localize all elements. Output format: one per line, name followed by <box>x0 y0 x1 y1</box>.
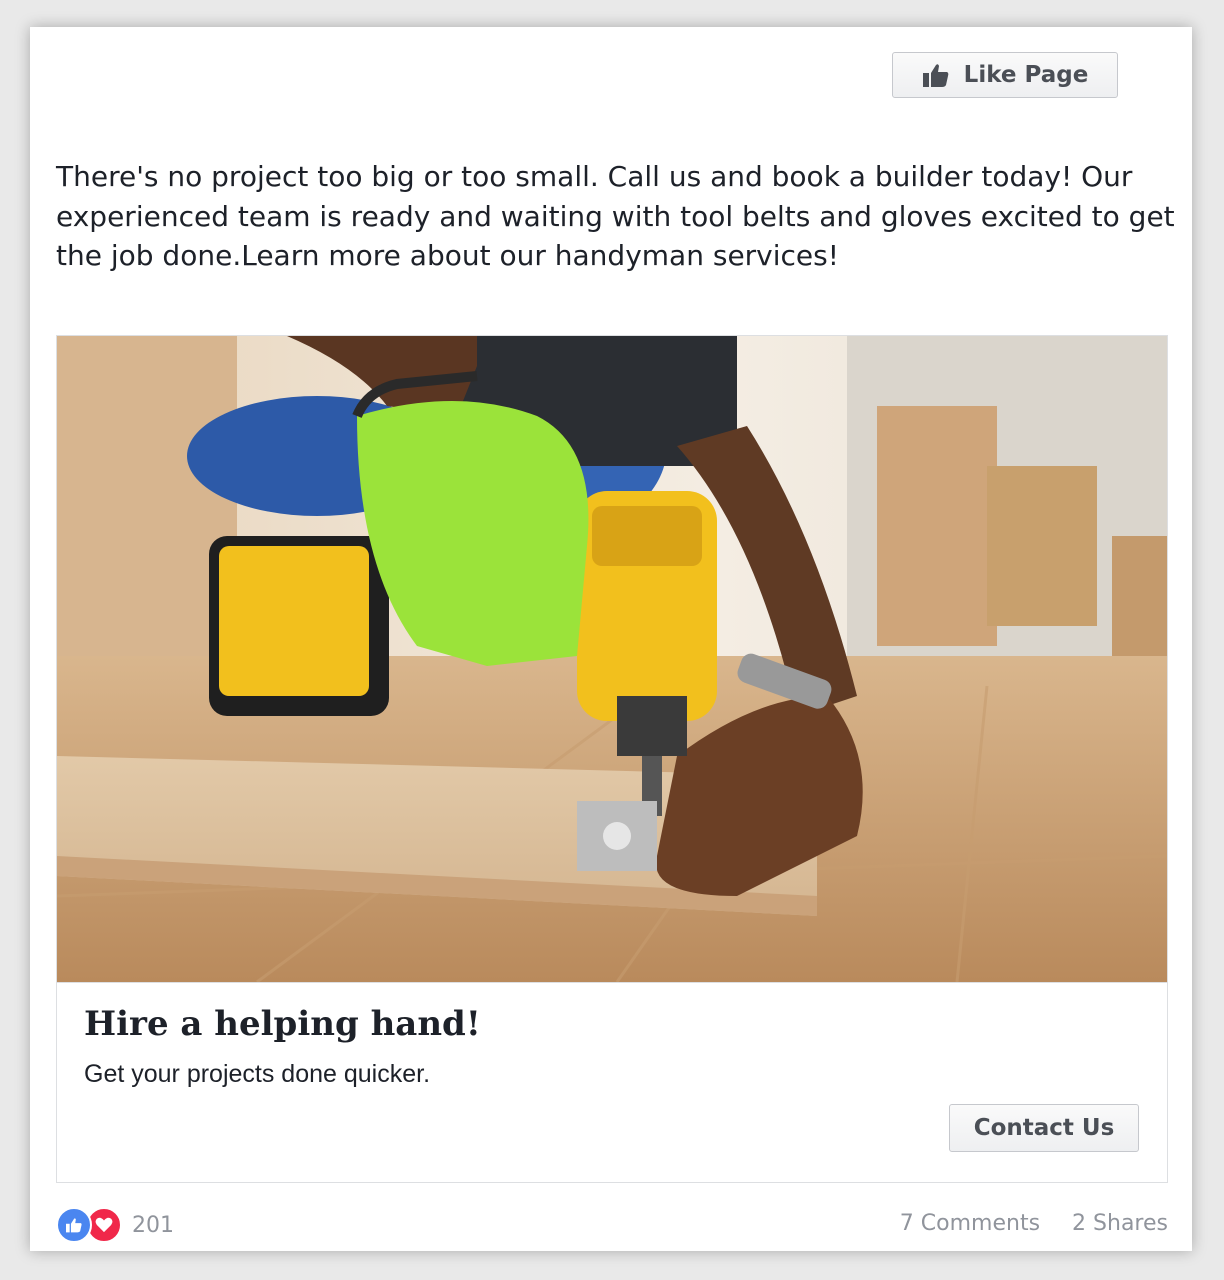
contact-us-button[interactable]: Contact Us <box>949 1104 1139 1152</box>
reaction-count: 201 <box>132 1212 174 1238</box>
post-footer: 201 7 Comments 2 Shares <box>56 1207 1168 1245</box>
like-reaction-icon <box>56 1207 92 1243</box>
thumbs-up-icon <box>922 64 949 87</box>
ad-headline[interactable]: Hire a helping hand! <box>84 1004 481 1044</box>
like-page-label: Like Page <box>963 62 1089 88</box>
reactions-summary[interactable]: 201 <box>56 1207 174 1243</box>
ad-image[interactable] <box>57 336 1167 983</box>
ad-post-card: Like Page There's no project too big or … <box>30 27 1192 1251</box>
ad-attachment[interactable]: Hire a helping hand! Get your projects d… <box>56 335 1168 1183</box>
ad-description: Get your projects done quicker. <box>84 1060 431 1088</box>
post-stats: 7 Comments 2 Shares <box>900 1211 1168 1236</box>
like-page-button[interactable]: Like Page <box>892 52 1118 98</box>
post-text: There's no project too big or too small.… <box>56 160 1175 272</box>
shares-link[interactable]: 2 Shares <box>1072 1211 1168 1236</box>
comments-link[interactable]: 7 Comments <box>900 1211 1040 1236</box>
